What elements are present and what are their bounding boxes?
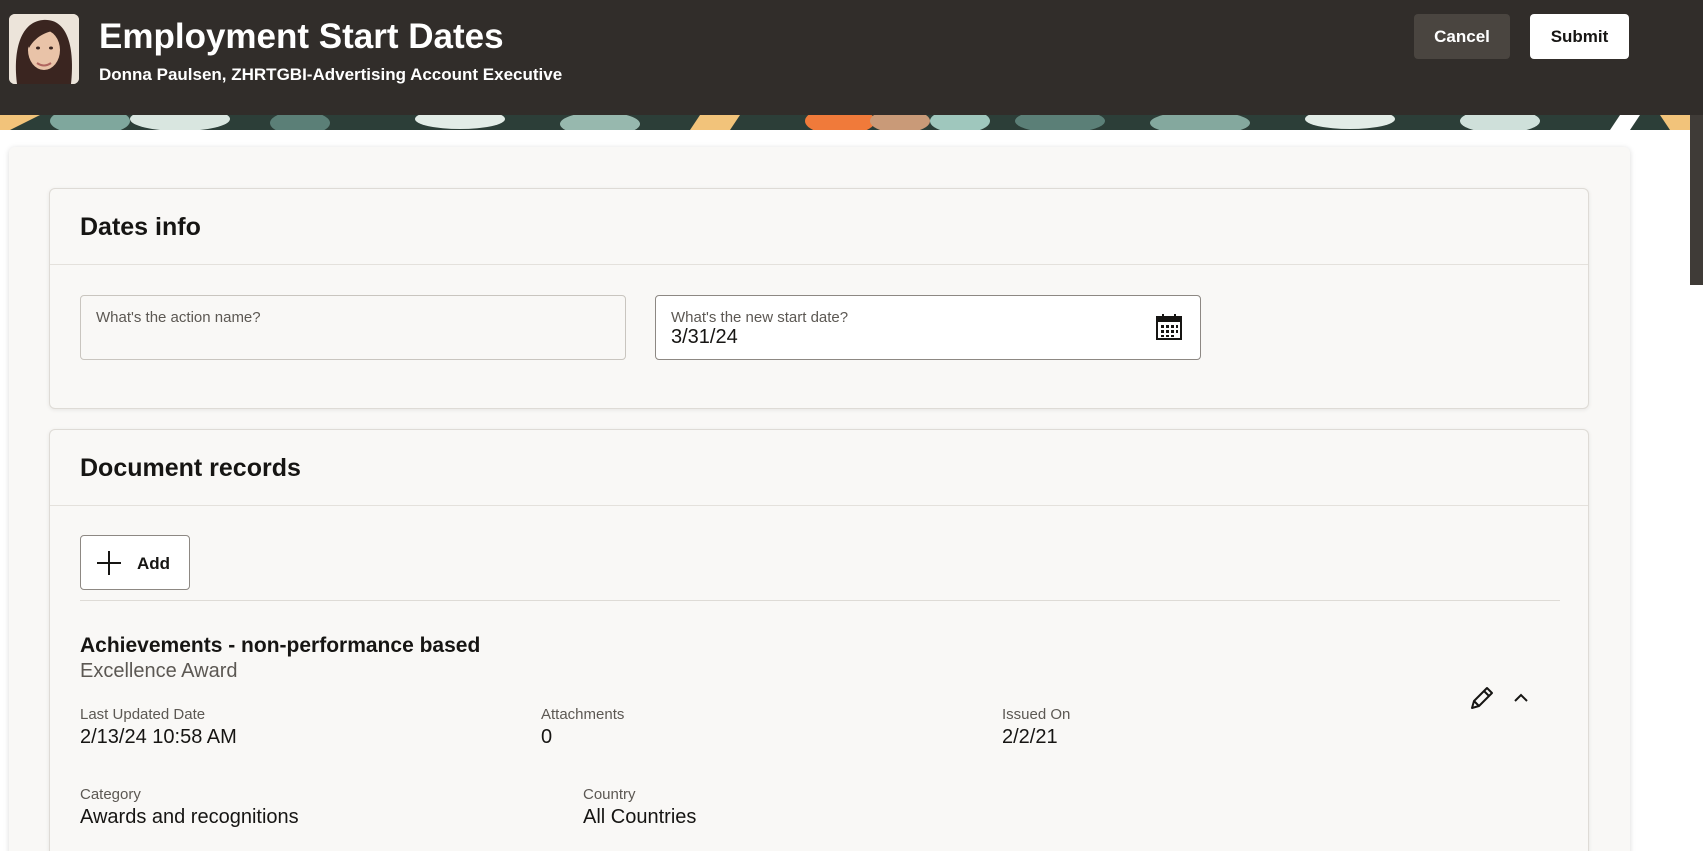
start-date-value[interactable]: 3/31/24 [671,326,738,349]
country-label: Country [583,786,636,803]
plus-icon [97,551,121,575]
category-value: Awards and recognitions [80,806,299,828]
calendar-icon[interactable] [1154,312,1184,342]
section-divider [50,264,1588,265]
action-name-label: What's the action name? [96,309,261,326]
record-divider [80,600,1560,601]
avatar-photo [9,14,79,84]
attachments-label: Attachments [541,706,625,723]
page-scrollbar[interactable] [1690,115,1703,285]
record-subtitle: Excellence Award [80,660,238,682]
issued-on-value: 2/2/21 [1002,726,1058,748]
last-updated-value: 2/13/24 10:58 AM [80,726,237,748]
banner-pattern [0,115,1690,130]
dates-info-section: Dates info What's the action name? What'… [49,188,1589,409]
decorative-banner [0,115,1690,130]
page-subtitle: Donna Paulsen, ZHRTGBI-Advertising Accou… [99,65,563,84]
pencil-icon[interactable] [1468,684,1496,712]
last-updated-label: Last Updated Date [80,706,206,723]
cancel-button[interactable]: Cancel [1414,14,1510,59]
page-header: Employment Start Dates Donna Paulsen, ZH… [0,0,1703,115]
submit-button[interactable]: Submit [1530,14,1629,59]
section-divider [50,505,1588,506]
attachments-value[interactable]: 0 [541,726,552,749]
start-date-field[interactable]: What's the new start date? 3/31/24 [655,295,1201,360]
page-title: Employment Start Dates [99,17,504,56]
record-title: Achievements - non-performance based [80,634,481,657]
section-title-dates: Dates info [80,213,201,241]
chevron-up-icon[interactable] [1510,687,1532,709]
country-value: All Countries [583,806,697,828]
issued-on-label: Issued On [1002,706,1071,723]
add-document-button[interactable]: Add [80,535,190,590]
category-label: Category [80,786,141,803]
document-records-section: Document records Add Achievements - non-… [49,429,1589,851]
action-name-field[interactable]: What's the action name? [80,295,626,360]
start-date-label: What's the new start date? [671,309,849,326]
avatar [9,14,79,84]
section-title-documents: Document records [80,454,301,482]
add-button-label: Add [137,554,171,573]
